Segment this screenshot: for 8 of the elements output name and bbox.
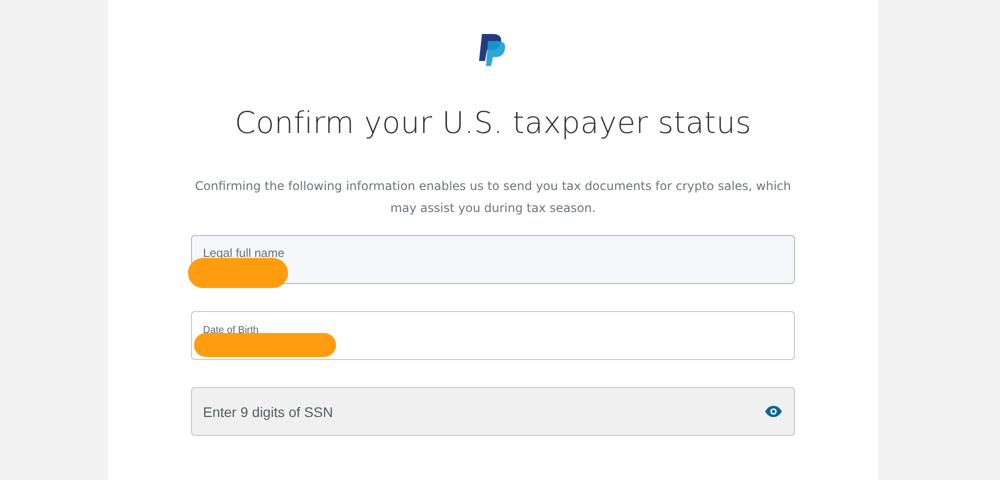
page-title: Confirm your U.S. taxpayer status xyxy=(234,106,752,141)
eye-icon[interactable] xyxy=(764,405,783,418)
ssn-field[interactable]: Enter 9 digits of SSN xyxy=(191,387,795,436)
field-placeholder: Enter 9 digits of SSN xyxy=(203,404,333,420)
description-text: Confirming the following information enables us to send you tax documents for crypto sales, which may assist you during tax season. xyxy=(194,178,792,217)
field-label: Date of Birth xyxy=(203,325,259,336)
input-field[interactable]: Date of Birth xyxy=(191,311,795,360)
logo-icon xyxy=(478,32,508,68)
